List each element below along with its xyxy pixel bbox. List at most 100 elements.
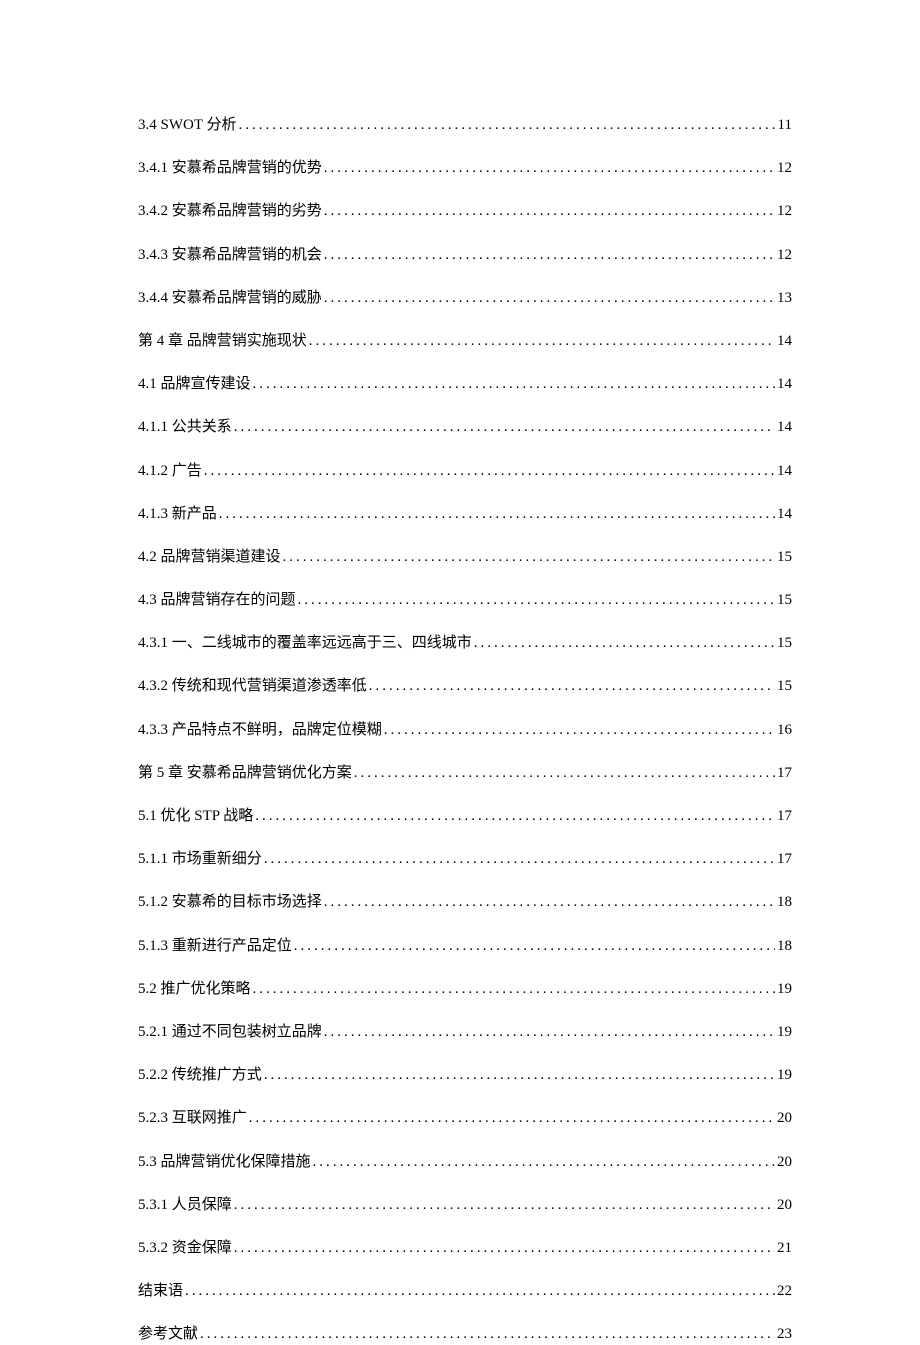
toc-entry-page: 21 <box>777 1238 792 1259</box>
toc-leader-dots <box>185 1281 775 1302</box>
toc-entry-page: 14 <box>777 331 792 352</box>
toc-entry: 4.3 品牌营销存在的问题 15 <box>138 590 792 611</box>
toc-entry-label: 4.1.1 公共关系 <box>138 417 232 438</box>
toc-entry: 5.3.1 人员保障 20 <box>138 1195 792 1216</box>
toc-entry-label: 5.1.1 市场重新细分 <box>138 849 262 870</box>
toc-entry: 5.1 优化 STP 战略 17 <box>138 806 792 827</box>
toc-entry-page: 19 <box>777 1022 792 1043</box>
toc-leader-dots <box>204 461 775 482</box>
toc-entry: 5.2 推广优化策略 19 <box>138 979 792 1000</box>
toc-entry-page: 12 <box>777 158 792 179</box>
toc-entry-page: 18 <box>777 892 792 913</box>
toc-entry-page: 19 <box>777 979 792 1000</box>
toc-entry-page: 11 <box>778 115 792 136</box>
toc-entry-label: 5.1 优化 STP 战略 <box>138 806 253 827</box>
toc-entry: 5.1.2 安慕希的目标市场选择 18 <box>138 892 792 913</box>
toc-entry-label: 5.3.2 资金保障 <box>138 1238 232 1259</box>
toc-leader-dots <box>474 633 775 654</box>
toc-leader-dots <box>309 331 775 352</box>
toc-leader-dots <box>234 1195 775 1216</box>
toc-entry-page: 14 <box>777 417 792 438</box>
toc-leader-dots <box>313 1152 775 1173</box>
toc-leader-dots <box>298 590 775 611</box>
toc-entry: 第 5 章 安慕希品牌营销优化方案 17 <box>138 763 792 784</box>
toc-entry-label: 结束语 <box>138 1281 183 1302</box>
toc-entry-page: 18 <box>777 936 792 957</box>
toc-entry-page: 16 <box>777 720 792 741</box>
toc-entry: 3.4 SWOT 分析11 <box>138 115 792 136</box>
toc-entry-page: 17 <box>777 849 792 870</box>
toc-entry: 4.1.3 新产品14 <box>138 504 792 525</box>
toc-entry-page: 23 <box>777 1324 792 1345</box>
toc-entry: 4.1 品牌宣传建设 14 <box>138 374 792 395</box>
toc-entry-label: 4.2 品牌营销渠道建设 <box>138 547 281 568</box>
toc-leader-dots <box>253 374 775 395</box>
toc-entry-page: 17 <box>777 763 792 784</box>
toc-entry-page: 20 <box>777 1152 792 1173</box>
toc-entry: 4.3.1 一、二线城市的覆盖率远远高于三、四线城市15 <box>138 633 792 654</box>
toc-entry-label: 5.3 品牌营销优化保障措施 <box>138 1152 311 1173</box>
toc-entry-label: 参考文献 <box>138 1324 198 1345</box>
toc-entry-page: 14 <box>777 374 792 395</box>
toc-leader-dots <box>354 763 775 784</box>
toc-entry: 4.2 品牌营销渠道建设 15 <box>138 547 792 568</box>
toc-entry: 3.4.2 安慕希品牌营销的劣势 12 <box>138 201 792 222</box>
toc-entry-label: 4.3.3 产品特点不鲜明，品牌定位模糊 <box>138 720 382 741</box>
toc-entry-label: 3.4.2 安慕希品牌营销的劣势 <box>138 201 322 222</box>
toc-entry: 3.4.1 安慕希品牌营销的优势 12 <box>138 158 792 179</box>
toc-entry-page: 15 <box>777 590 792 611</box>
toc-entry-page: 17 <box>777 806 792 827</box>
toc-entry-page: 20 <box>777 1108 792 1129</box>
toc-entry-page: 15 <box>777 547 792 568</box>
toc-entry: 5.2.1 通过不同包装树立品牌 19 <box>138 1022 792 1043</box>
toc-leader-dots <box>324 245 775 266</box>
toc-entry-label: 第 5 章 安慕希品牌营销优化方案 <box>138 763 352 784</box>
toc-entry-label: 4.1.2 广告 <box>138 461 202 482</box>
toc-leader-dots <box>234 1238 775 1259</box>
toc-entry: 4.1.1 公共关系 14 <box>138 417 792 438</box>
toc-entry: 5.2.3 互联网推广 20 <box>138 1108 792 1129</box>
toc-leader-dots <box>249 1108 775 1129</box>
toc-entry-label: 3.4.1 安慕希品牌营销的优势 <box>138 158 322 179</box>
toc-leader-dots <box>264 1065 775 1086</box>
toc-entry: 5.3.2 资金保障 21 <box>138 1238 792 1259</box>
toc-entry: 4.1.2 广告 14 <box>138 461 792 482</box>
toc-leader-dots <box>324 892 775 913</box>
toc-entry-page: 22 <box>777 1281 792 1302</box>
toc-leader-dots <box>234 417 775 438</box>
toc-entry-page: 12 <box>777 245 792 266</box>
toc-leader-dots <box>324 1022 775 1043</box>
toc-entry-label: 5.2.3 互联网推广 <box>138 1108 247 1129</box>
toc-entry: 5.1.1 市场重新细分 17 <box>138 849 792 870</box>
toc-entry-label: 4.1 品牌宣传建设 <box>138 374 251 395</box>
toc-leader-dots <box>384 720 775 741</box>
toc-entry: 5.1.3 重新进行产品定位 18 <box>138 936 792 957</box>
toc-leader-dots <box>324 158 775 179</box>
toc-entry-label: 5.2.1 通过不同包装树立品牌 <box>138 1022 322 1043</box>
toc-entry-label: 4.3 品牌营销存在的问题 <box>138 590 296 611</box>
toc-entry: 参考文献 23 <box>138 1324 792 1345</box>
toc-leader-dots <box>294 936 775 957</box>
toc-entry: 4.3.3 产品特点不鲜明，品牌定位模糊 16 <box>138 720 792 741</box>
toc-leader-dots <box>369 676 775 697</box>
toc-entry-label: 5.3.1 人员保障 <box>138 1195 232 1216</box>
toc-entry-page: 19 <box>777 1065 792 1086</box>
toc-entry-page: 14 <box>777 504 792 525</box>
table-of-contents: 3.4 SWOT 分析113.4.1 安慕希品牌营销的优势123.4.2 安慕希… <box>138 115 792 1345</box>
toc-entry: 5.2.2 传统推广方式 19 <box>138 1065 792 1086</box>
toc-entry: 3.4.4 安慕希品牌营销的威胁13 <box>138 288 792 309</box>
toc-entry-label: 第 4 章 品牌营销实施现状 <box>138 331 307 352</box>
toc-entry: 第 4 章 品牌营销实施现状 14 <box>138 331 792 352</box>
toc-entry-label: 5.1.3 重新进行产品定位 <box>138 936 292 957</box>
toc-leader-dots <box>283 547 775 568</box>
toc-leader-dots <box>324 288 775 309</box>
toc-entry-label: 5.1.2 安慕希的目标市场选择 <box>138 892 322 913</box>
toc-leader-dots <box>264 849 775 870</box>
toc-entry-page: 13 <box>777 288 792 309</box>
toc-entry-page: 20 <box>777 1195 792 1216</box>
toc-entry-label: 5.2.2 传统推广方式 <box>138 1065 262 1086</box>
toc-entry-page: 12 <box>777 201 792 222</box>
toc-leader-dots <box>253 979 775 1000</box>
toc-entry-label: 5.2 推广优化策略 <box>138 979 251 1000</box>
toc-leader-dots <box>200 1324 775 1345</box>
